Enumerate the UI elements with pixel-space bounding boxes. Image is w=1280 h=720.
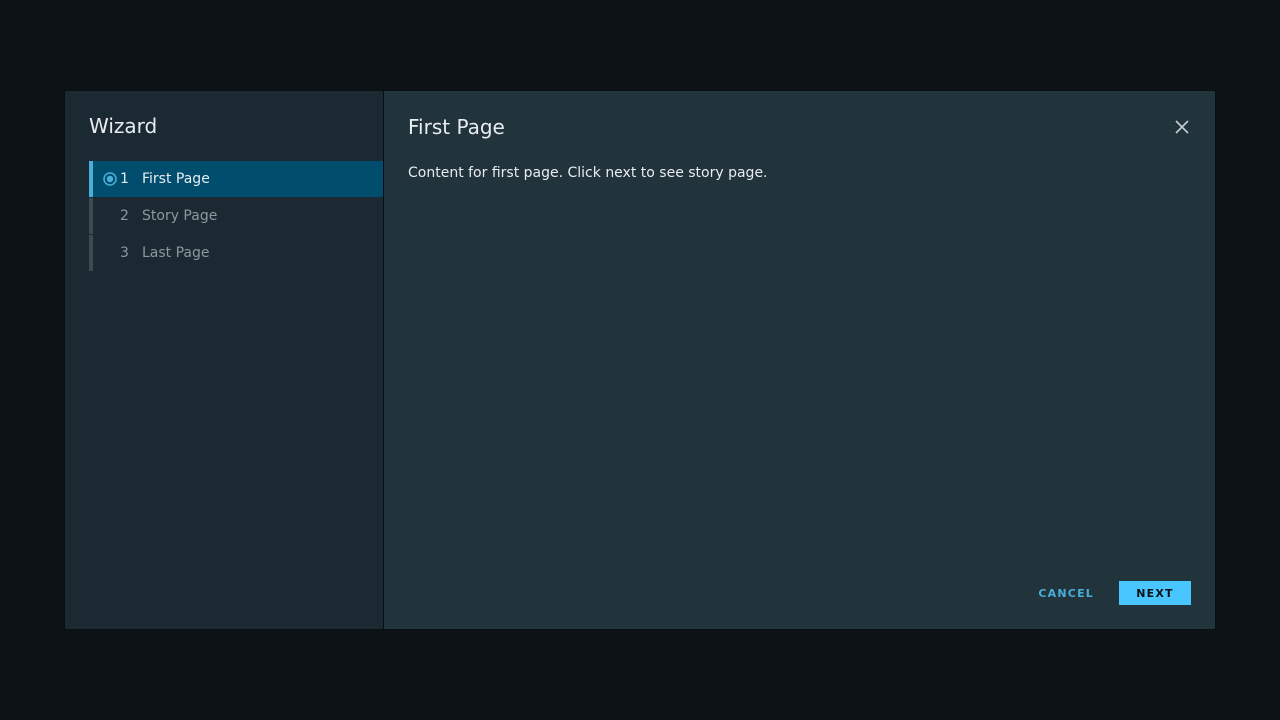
cancel-button[interactable]: CANCEL — [1034, 581, 1098, 605]
wizard-stepnav: Wizard 1 First Page 2 Story Page 3 Last … — [65, 91, 384, 629]
step-list: 1 First Page 2 Story Page 3 Last Page — [89, 161, 383, 271]
step-label: First Page — [142, 171, 210, 187]
step-story-page[interactable]: 2 Story Page — [89, 198, 383, 234]
page-content: Content for first page. Click next to se… — [408, 165, 768, 181]
step-first-page[interactable]: 1 First Page — [89, 161, 383, 197]
wizard-content: First Page Content for first page. Click… — [384, 91, 1215, 629]
step-number: 2 — [120, 208, 129, 224]
next-button[interactable]: NEXT — [1119, 581, 1191, 605]
step-last-page[interactable]: 3 Last Page — [89, 235, 383, 271]
step-label: Story Page — [142, 208, 218, 224]
step-number: 1 — [120, 171, 129, 187]
wizard-title: Wizard — [89, 114, 158, 138]
radio-dot-icon — [102, 171, 118, 187]
step-label: Last Page — [142, 245, 210, 261]
page-title: First Page — [408, 115, 505, 139]
close-icon[interactable] — [1173, 118, 1191, 136]
wizard-modal: Wizard 1 First Page 2 Story Page 3 Last … — [65, 91, 1215, 629]
step-number: 3 — [120, 245, 129, 261]
